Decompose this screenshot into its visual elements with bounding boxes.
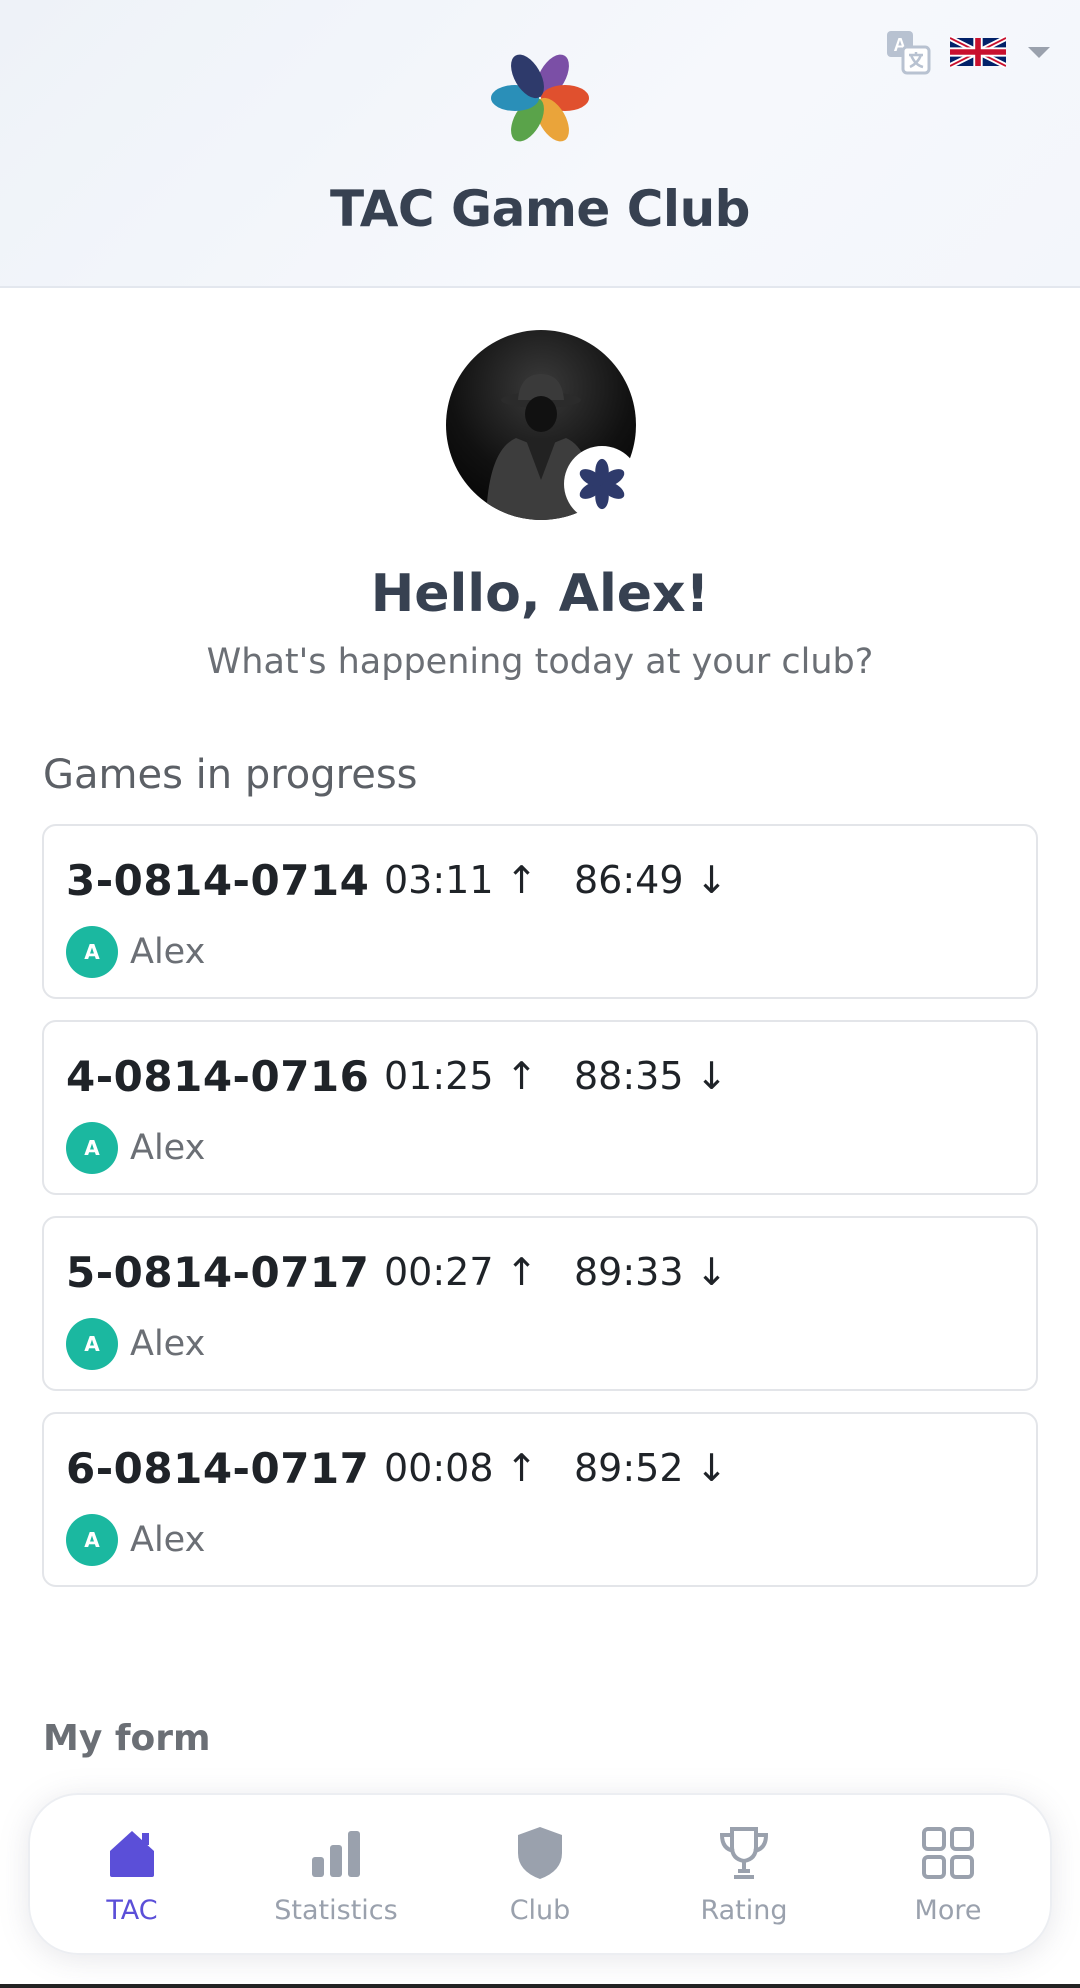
player-name: Alex (130, 1128, 206, 1168)
remaining-time: 86:49 ↓ (574, 858, 728, 902)
nav-item-statistics[interactable]: Statistics (234, 1795, 438, 1953)
player-avatar: A (66, 1122, 118, 1174)
player-name: Alex (130, 1520, 206, 1560)
nav-item-club[interactable]: Club (438, 1795, 642, 1953)
remaining-time: 89:33 ↓ (574, 1250, 728, 1294)
app-title: TAC Game Club (330, 180, 750, 238)
game-card[interactable]: 3-0814-0714 03:11 ↑ 86:49 ↓ A Alex (42, 824, 1038, 999)
app-header: TAC Game Club A (0, 0, 1080, 288)
nav-label: More (914, 1895, 982, 1926)
remaining-time: 88:35 ↓ (574, 1054, 728, 1098)
nav-label: Rating (700, 1895, 788, 1926)
flower-icon (579, 458, 625, 510)
elapsed-time: 01:25 ↑ (384, 1054, 538, 1098)
game-id: 5-0814-0717 (66, 1248, 370, 1297)
form-section-title: My form (43, 1718, 211, 1759)
elapsed-time: 00:27 ↑ (384, 1250, 538, 1294)
player: A Alex (66, 1122, 205, 1174)
club-badge (564, 446, 640, 522)
game-card[interactable]: 5-0814-0717 00:27 ↑ 89:33 ↓ A Alex (42, 1216, 1038, 1391)
player: A Alex (66, 926, 205, 978)
uk-flag-icon (950, 36, 1006, 68)
elapsed-time: 03:11 ↑ (384, 858, 538, 902)
player-name: Alex (130, 932, 206, 972)
user-avatar[interactable] (446, 330, 640, 522)
nav-item-more[interactable]: More (846, 1795, 1050, 1953)
nav-label: Statistics (274, 1895, 398, 1926)
player-avatar: A (66, 1514, 118, 1566)
language-select[interactable] (950, 32, 1070, 72)
greeting-heading: Hello, Alex! (370, 564, 710, 624)
page: TAC Game Club A Hello, Alex! What's happ… (0, 0, 1080, 1988)
elapsed-time: 00:08 ↑ (384, 1446, 538, 1490)
nav-label: TAC (106, 1895, 158, 1926)
games-section-title: Games in progress (43, 752, 418, 798)
home-icon (110, 1831, 154, 1877)
translate-icon[interactable]: A (884, 28, 932, 76)
game-card[interactable]: 4-0814-0716 01:25 ↑ 88:35 ↓ A Alex (42, 1020, 1038, 1195)
player-name: Alex (130, 1324, 206, 1364)
bottom-nav: TAC Statistics Club Rating More (28, 1793, 1052, 1955)
nav-item-tac[interactable]: TAC (30, 1795, 234, 1953)
shield-icon (518, 1827, 562, 1879)
remaining-time: 89:52 ↓ (574, 1446, 728, 1490)
games-list: 3-0814-0714 03:11 ↑ 86:49 ↓ A Alex 4-081… (42, 824, 1038, 1608)
nav-label: Club (509, 1895, 571, 1926)
home-indicator-bar (0, 1984, 1080, 1988)
player-avatar: A (66, 926, 118, 978)
greeting-subtitle: What's happening today at your club? (206, 642, 874, 682)
game-card[interactable]: 6-0814-0717 00:08 ↑ 89:52 ↓ A Alex (42, 1412, 1038, 1587)
player-avatar: A (66, 1318, 118, 1370)
grid-icon (922, 1827, 974, 1879)
chevron-down-icon (1028, 46, 1050, 58)
player: A Alex (66, 1318, 205, 1370)
player: A Alex (66, 1514, 205, 1566)
game-id: 6-0814-0717 (66, 1444, 370, 1493)
club-logo-icon (491, 54, 589, 142)
trophy-icon (719, 1827, 769, 1879)
game-id: 3-0814-0714 (66, 856, 370, 905)
game-id: 4-0814-0716 (66, 1052, 370, 1101)
bar-chart-icon (312, 1831, 360, 1877)
nav-item-rating[interactable]: Rating (642, 1795, 846, 1953)
